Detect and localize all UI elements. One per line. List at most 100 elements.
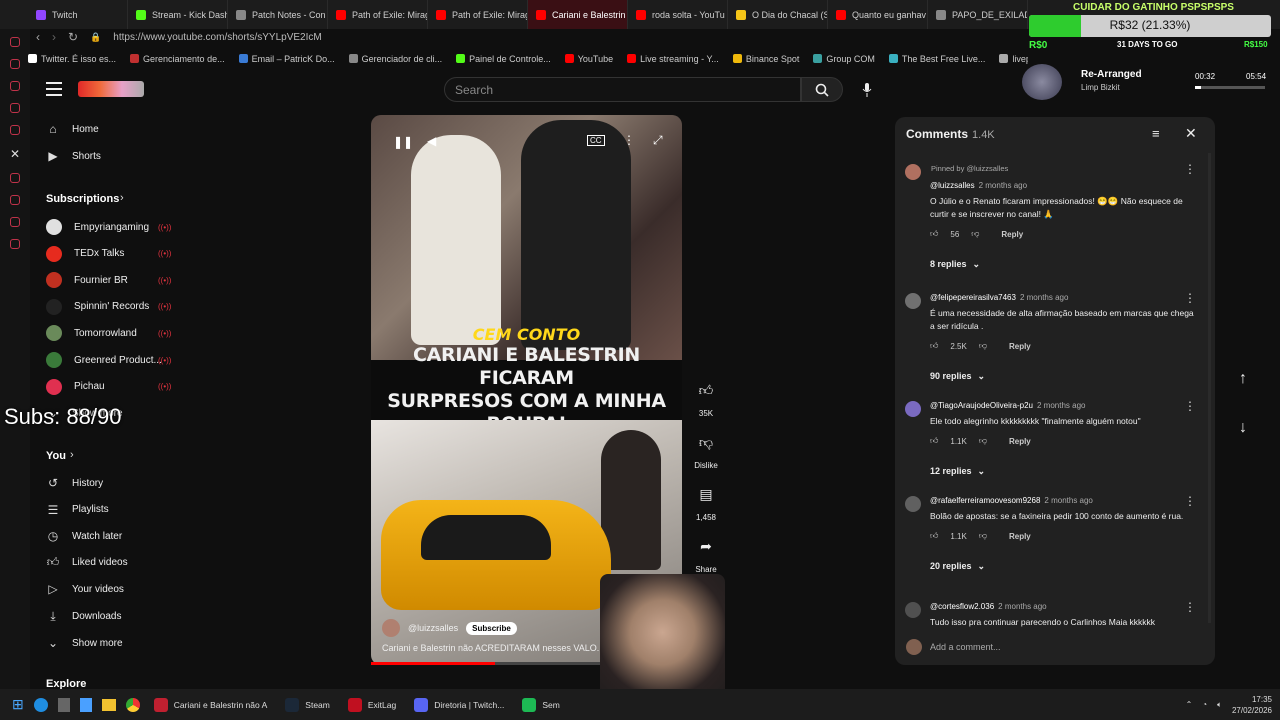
comment-like-icon[interactable]: 👍︎: [930, 341, 938, 351]
youtube-logo[interactable]: [78, 81, 144, 97]
calculator-icon[interactable]: [57, 697, 70, 712]
rail-icon[interactable]: [10, 125, 20, 135]
search-button[interactable]: [801, 77, 843, 102]
sidebar-subscription[interactable]: Greenred Product... ((•)): [46, 352, 171, 368]
comments-scrollbar[interactable]: [1208, 153, 1211, 623]
rail-icon[interactable]: [10, 217, 20, 227]
next-short-arrow-icon[interactable]: ↓: [1239, 419, 1247, 437]
network-icon[interactable]: ◔: [1202, 700, 1207, 709]
bookmark-item[interactable]: Email – PatricK Do...: [238, 54, 335, 64]
sidebar-subscription[interactable]: Spinnin' Records ((•)): [46, 298, 171, 315]
microphone-button[interactable]: [858, 81, 876, 99]
bookmark-item[interactable]: Group COM: [813, 54, 875, 64]
sidebar-item-shorts[interactable]: ▶ Shorts: [46, 149, 101, 163]
browser-tab[interactable]: Cariani e Balestrin não: [528, 0, 628, 29]
bookmark-item[interactable]: livepix.gg: [999, 54, 1028, 64]
comment-author[interactable]: @TiagoAraujodeOliveira-p2u: [930, 401, 1033, 410]
comment-like-icon[interactable]: 👍︎: [930, 436, 938, 446]
comment-dislike-icon[interactable]: 👎︎: [979, 531, 987, 541]
edge-icon[interactable]: [33, 697, 48, 712]
bookmark-item[interactable]: Gerenciador de cli...: [348, 54, 442, 64]
chevron-right-icon[interactable]: ›: [70, 449, 74, 461]
sort-icon[interactable]: ≡: [1152, 126, 1160, 141]
comment-menu-icon[interactable]: ⋮: [1184, 600, 1196, 614]
taskbar-app[interactable]: Steam: [281, 689, 334, 720]
browser-tab[interactable]: Twitch: [28, 0, 128, 29]
volume-icon[interactable]: 🔈︎: [1217, 700, 1222, 710]
like-button[interactable]: 👍︎ 35K: [690, 375, 722, 419]
video-title[interactable]: Cariani e Balestrin não ACREDITARAM ness…: [382, 643, 602, 653]
x-twitter-icon[interactable]: ✕: [10, 147, 20, 161]
rail-icon[interactable]: [10, 173, 20, 183]
you-heading[interactable]: You: [46, 450, 66, 462]
browser-tab[interactable]: O Dia do Chacal (S: [728, 0, 828, 29]
close-icon[interactable]: ✕: [1185, 125, 1197, 142]
menu-icon[interactable]: [46, 82, 62, 96]
browser-tab[interactable]: Path of Exile: Mirag: [328, 0, 428, 29]
sidebar-item-home[interactable]: ⌂ Home: [46, 122, 98, 136]
comment-dislike-icon[interactable]: 👎︎: [979, 341, 987, 351]
browser-tab[interactable]: Stream - Kick Dash: [128, 0, 228, 29]
taskbar-app[interactable]: Cariani e Balestrin não A: [150, 689, 272, 720]
browser-tab[interactable]: Quanto eu ganhav: [828, 0, 928, 29]
url-field[interactable]: https://www.youtube.com/shorts/sYYLpVE2I…: [113, 32, 321, 43]
commenter-avatar[interactable]: [905, 496, 921, 512]
reload-icon[interactable]: ↻: [68, 30, 78, 44]
clock[interactable]: 17:35 27/02/2026: [1232, 694, 1272, 716]
comment-reply-button[interactable]: Reply: [1009, 437, 1031, 446]
bookmark-item[interactable]: Gerenciamento de...: [130, 54, 225, 64]
commenter-avatar[interactable]: [905, 164, 921, 180]
dislike-button[interactable]: 👎︎ Dislike: [690, 427, 722, 471]
comment-menu-icon[interactable]: ⋮: [1184, 399, 1196, 413]
comment-menu-icon[interactable]: ⋮: [1184, 162, 1196, 176]
subscriptions-heading[interactable]: Subscriptions: [46, 193, 119, 205]
rail-icon[interactable]: [10, 195, 20, 205]
bookmark-item[interactable]: Live streaming - Y...: [627, 54, 719, 64]
rail-icon[interactable]: [10, 59, 20, 69]
bookmark-item[interactable]: Binance Spot: [732, 54, 799, 64]
view-replies-button[interactable]: 20 replies ⌄: [930, 561, 985, 572]
taskbar-app[interactable]: ExitLag: [344, 689, 400, 720]
taskbar-app[interactable]: Sem: [518, 689, 563, 720]
comments-button[interactable]: ▤ 1,458: [690, 479, 722, 523]
rail-icon[interactable]: [10, 103, 20, 113]
comment-like-icon[interactable]: 👍︎: [930, 229, 938, 239]
share-button[interactable]: ➦ Share: [690, 531, 722, 575]
sidebar-subscription[interactable]: Fournier BR ((•)): [46, 272, 171, 289]
sidebar-item-playlists[interactable]: ☰ Playlists: [46, 503, 109, 517]
comment-menu-icon[interactable]: ⋮: [1184, 494, 1196, 508]
taskbar-app[interactable]: Diretoria | Twitch...: [410, 689, 508, 720]
sidebar-subscription[interactable]: TEDx Talks ((•)): [46, 245, 171, 262]
bookmark-item[interactable]: Painel de Controle...: [456, 54, 551, 64]
subscribe-button[interactable]: Subscribe: [466, 621, 517, 635]
view-replies-button[interactable]: 12 replies ⌄: [930, 466, 985, 477]
sidebar-item-your-videos[interactable]: ▷ Your videos: [46, 582, 124, 596]
sidebar-item-history[interactable]: ↺ History: [46, 476, 103, 490]
comment-author[interactable]: @rafaelferreiramoovesom9268: [930, 496, 1040, 505]
bookmark-item[interactable]: YouTube: [564, 54, 613, 64]
commenter-avatar[interactable]: [905, 293, 921, 309]
fullscreen-icon[interactable]: ⤢: [653, 133, 663, 148]
browser-tab[interactable]: roda solta - YouTu: [628, 0, 728, 29]
comment-dislike-icon[interactable]: 👎︎: [979, 436, 987, 446]
browser-tab[interactable]: Patch Notes - Con: [228, 0, 328, 29]
browser-tab[interactable]: Path of Exile: Mirag: [428, 0, 528, 29]
comment-reply-button[interactable]: Reply: [1009, 532, 1031, 541]
windows-start-icon[interactable]: ⊞: [12, 696, 24, 713]
rail-icon[interactable]: [10, 239, 20, 249]
tray-chevron-icon[interactable]: ⌃: [1186, 700, 1193, 709]
comment-author[interactable]: @luizzsalles: [930, 181, 975, 190]
chrome-icon[interactable]: [125, 697, 140, 712]
rail-icon[interactable]: [10, 37, 20, 47]
add-comment-field[interactable]: Add a comment...: [906, 639, 1001, 655]
captions-icon[interactable]: CC: [587, 135, 605, 146]
comment-reply-button[interactable]: Reply: [1001, 230, 1023, 239]
view-replies-button[interactable]: 8 replies ⌄: [930, 259, 980, 270]
chevron-right-icon[interactable]: ›: [120, 192, 124, 204]
comment-author[interactable]: @cortesflow2.036: [930, 602, 994, 611]
pause-icon[interactable]: ❚❚: [393, 135, 413, 149]
comment-dislike-icon[interactable]: 👎︎: [971, 229, 979, 239]
comment-menu-icon[interactable]: ⋮: [1184, 291, 1196, 305]
sidebar-subscription[interactable]: Tomorrowland ((•)): [46, 325, 171, 342]
sidebar-item-downloads[interactable]: ⤓ Downloads: [46, 609, 121, 623]
